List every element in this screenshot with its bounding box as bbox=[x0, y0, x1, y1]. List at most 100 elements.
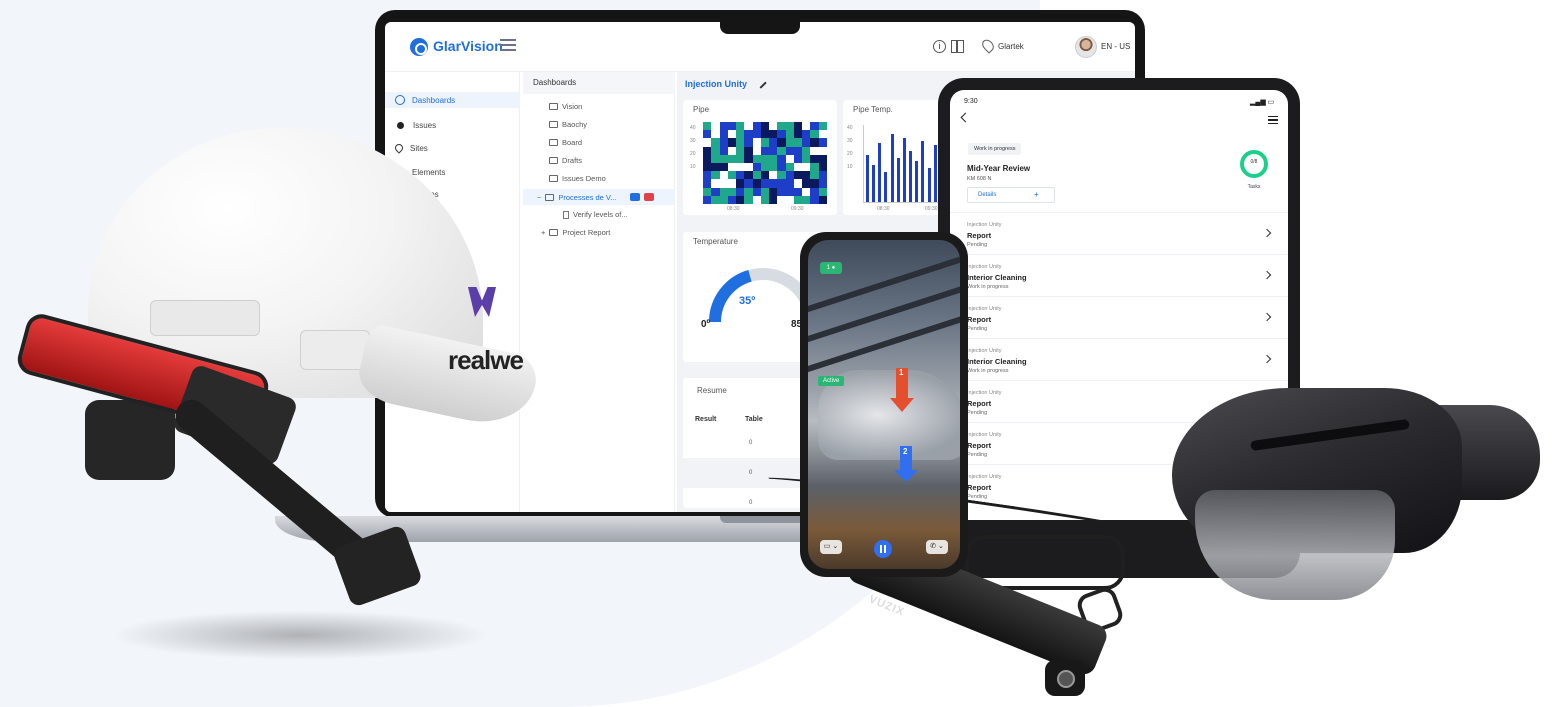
bar bbox=[884, 171, 888, 202]
sidebar-item-issues[interactable]: Issues bbox=[395, 117, 436, 133]
camera-indicator-icon[interactable]: 1 ● bbox=[820, 262, 842, 274]
task-status: Work in progress bbox=[967, 368, 1009, 374]
expand-toggle[interactable]: + bbox=[541, 228, 545, 237]
heatmap-cell bbox=[744, 187, 753, 196]
bar bbox=[872, 164, 876, 202]
folder-icon bbox=[545, 193, 555, 201]
collapse-toggle[interactable]: − bbox=[537, 193, 541, 202]
hololens-lens bbox=[1195, 490, 1395, 600]
delete-icon[interactable] bbox=[644, 193, 655, 201]
tree-subitem[interactable]: Verify levels of... bbox=[563, 210, 628, 219]
bar bbox=[927, 168, 931, 202]
sidebar-item-sites[interactable]: Sites bbox=[393, 140, 428, 156]
heatmap-cell bbox=[711, 195, 720, 204]
heatmap-cell bbox=[752, 138, 761, 147]
heatmap-cell bbox=[744, 171, 753, 180]
heatmap-cell bbox=[760, 187, 770, 196]
tree-item-label: Issues Demo bbox=[562, 174, 606, 183]
heatmap-cell bbox=[810, 146, 819, 155]
heatmap-cell bbox=[752, 122, 761, 131]
user-name[interactable]: Glartek bbox=[998, 42, 1024, 51]
heatmap-cell bbox=[752, 154, 761, 163]
y-tick: 10 bbox=[847, 164, 853, 170]
heatmap-cell bbox=[777, 179, 786, 188]
heatmap-cell bbox=[711, 187, 720, 196]
heatmap-cell bbox=[777, 122, 786, 131]
heatmap-cell bbox=[736, 130, 745, 139]
tree-item-label: Vision bbox=[562, 102, 583, 111]
heatmap-cell bbox=[736, 187, 745, 196]
heatmap-cell bbox=[760, 163, 770, 172]
task-item[interactable]: Injection Unity Report Pending bbox=[950, 296, 1288, 338]
back-icon[interactable] bbox=[960, 112, 971, 123]
dot-icon bbox=[397, 121, 404, 129]
tree-item-label: Project Report bbox=[562, 228, 611, 237]
heatmap-cell bbox=[818, 179, 827, 188]
location-icon[interactable] bbox=[979, 37, 997, 54]
folder-icon bbox=[549, 103, 558, 110]
heatmap-cell bbox=[711, 122, 720, 131]
avatar[interactable] bbox=[1075, 36, 1097, 58]
heatmap-cell bbox=[802, 163, 811, 172]
sidebar-item-dashboards[interactable]: Dashboards bbox=[385, 92, 520, 108]
heatmap-cell bbox=[744, 122, 753, 131]
card-title: Resume bbox=[697, 386, 727, 395]
folder-icon bbox=[549, 175, 558, 182]
details-button[interactable]: Details bbox=[967, 187, 1055, 203]
task-project: Injection Unity bbox=[967, 222, 1002, 228]
pause-button[interactable] bbox=[874, 540, 892, 558]
heatmap-cell bbox=[703, 171, 712, 180]
phone-ar-screen: 1 ● Active 1 2 ▭ ⌄ ✆ ⌄ bbox=[808, 240, 960, 569]
heatmap-cell bbox=[818, 187, 827, 196]
tree-item[interactable]: Drafts bbox=[549, 156, 582, 165]
table-cell: 0 bbox=[749, 440, 753, 446]
tree-item-selected[interactable]: − Processes de V... bbox=[523, 189, 675, 205]
heatmap-cell bbox=[752, 187, 761, 196]
heatmap-cell bbox=[793, 195, 803, 204]
tree-item[interactable]: + Project Report bbox=[541, 228, 610, 237]
heatmap-cell bbox=[703, 179, 712, 188]
task-name: Interior Cleaning bbox=[967, 357, 1027, 366]
edit-icon[interactable] bbox=[755, 77, 767, 89]
heatmap-cell bbox=[802, 138, 811, 147]
heatmap-cell bbox=[719, 171, 728, 180]
task-project: Injection Unity bbox=[967, 306, 1002, 312]
heatmap-cell bbox=[793, 171, 803, 180]
hardhat-rib bbox=[300, 330, 370, 370]
chevron-right-icon bbox=[1262, 354, 1272, 364]
y-tick: 30 bbox=[690, 138, 696, 144]
call-button[interactable]: ✆ ⌄ bbox=[926, 540, 948, 554]
gallery-button[interactable]: ▭ ⌄ bbox=[820, 540, 842, 554]
task-item[interactable]: Injection Unity Report Pending bbox=[950, 212, 1288, 254]
heatmap-cell bbox=[818, 195, 827, 204]
chevron-right-icon bbox=[1262, 270, 1272, 280]
heatmap-cell bbox=[769, 179, 778, 188]
heatmap-cell bbox=[785, 171, 794, 180]
task-name: Report bbox=[967, 399, 992, 408]
tree-item[interactable]: Board bbox=[549, 138, 582, 147]
active-tag: Active bbox=[818, 376, 845, 386]
heatmap-cell bbox=[760, 179, 770, 188]
menu-icon[interactable] bbox=[1268, 116, 1278, 124]
edit-icon[interactable] bbox=[630, 193, 641, 201]
task-project: Injection Unity bbox=[967, 390, 1002, 396]
task-item[interactable]: Injection Unity Interior Cleaning Work i… bbox=[950, 254, 1288, 296]
tree-item[interactable]: Vision bbox=[549, 102, 582, 111]
apps-icon[interactable] bbox=[951, 40, 964, 53]
heatmap-cell bbox=[752, 195, 761, 204]
info-icon[interactable]: i bbox=[933, 40, 946, 53]
heatmap-cell bbox=[744, 195, 753, 204]
bar bbox=[890, 134, 894, 202]
heatmap-cell bbox=[769, 171, 778, 180]
status-time: 9:30 bbox=[964, 98, 978, 105]
heatmap-cell bbox=[727, 138, 737, 147]
task-item[interactable]: Injection Unity Interior Cleaning Work i… bbox=[950, 338, 1288, 380]
tree-item[interactable]: Issues Demo bbox=[549, 174, 606, 183]
language-selector[interactable]: EN - US bbox=[1101, 42, 1130, 51]
heatmap-cell bbox=[760, 130, 770, 139]
heatmap-cell bbox=[769, 187, 778, 196]
task-project: Injection Unity bbox=[967, 348, 1002, 354]
plus-icon[interactable]: + bbox=[1034, 190, 1039, 199]
menu-toggle-icon[interactable] bbox=[500, 39, 516, 51]
tree-item[interactable]: Baochy bbox=[549, 120, 587, 129]
